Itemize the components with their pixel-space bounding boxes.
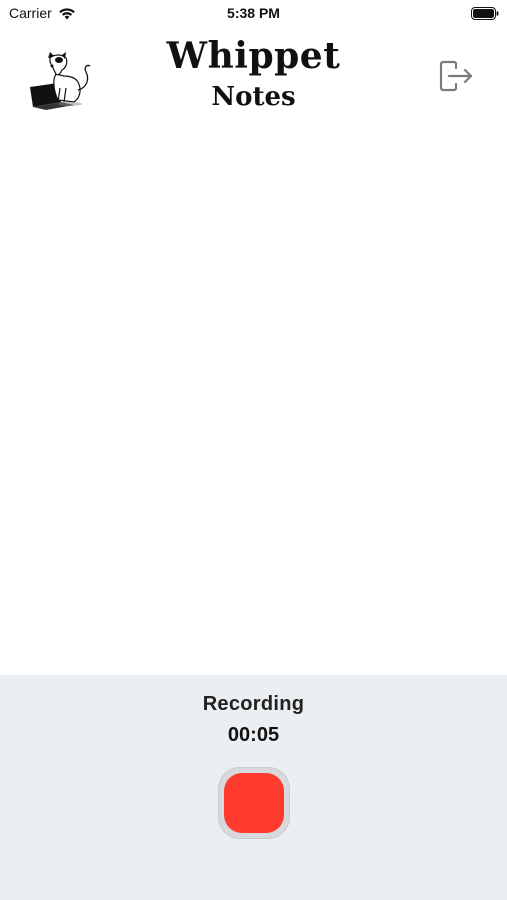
recording-panel: Recording 00:05 <box>0 675 507 900</box>
recording-status-label: Recording <box>202 693 305 715</box>
app-title: Whippet <box>166 35 341 77</box>
status-time: 5:38 PM <box>227 5 280 21</box>
battery-icon <box>471 7 499 20</box>
stop-recording-button[interactable] <box>218 767 290 839</box>
recording-timer: 00:05 <box>227 724 280 746</box>
status-bar: Carrier 5:38 PM <box>0 0 507 28</box>
logout-button[interactable] <box>438 60 474 92</box>
notes-list-area <box>0 128 507 675</box>
app-subtitle: Notes <box>211 82 296 112</box>
stop-icon <box>224 773 284 833</box>
app-header: Whippet Notes <box>0 28 507 128</box>
logout-icon <box>439 60 473 92</box>
app-screen: Carrier 5:38 PM Whippet Notes Recording … <box>0 0 507 900</box>
app-title-block: Whippet Notes <box>0 34 507 114</box>
